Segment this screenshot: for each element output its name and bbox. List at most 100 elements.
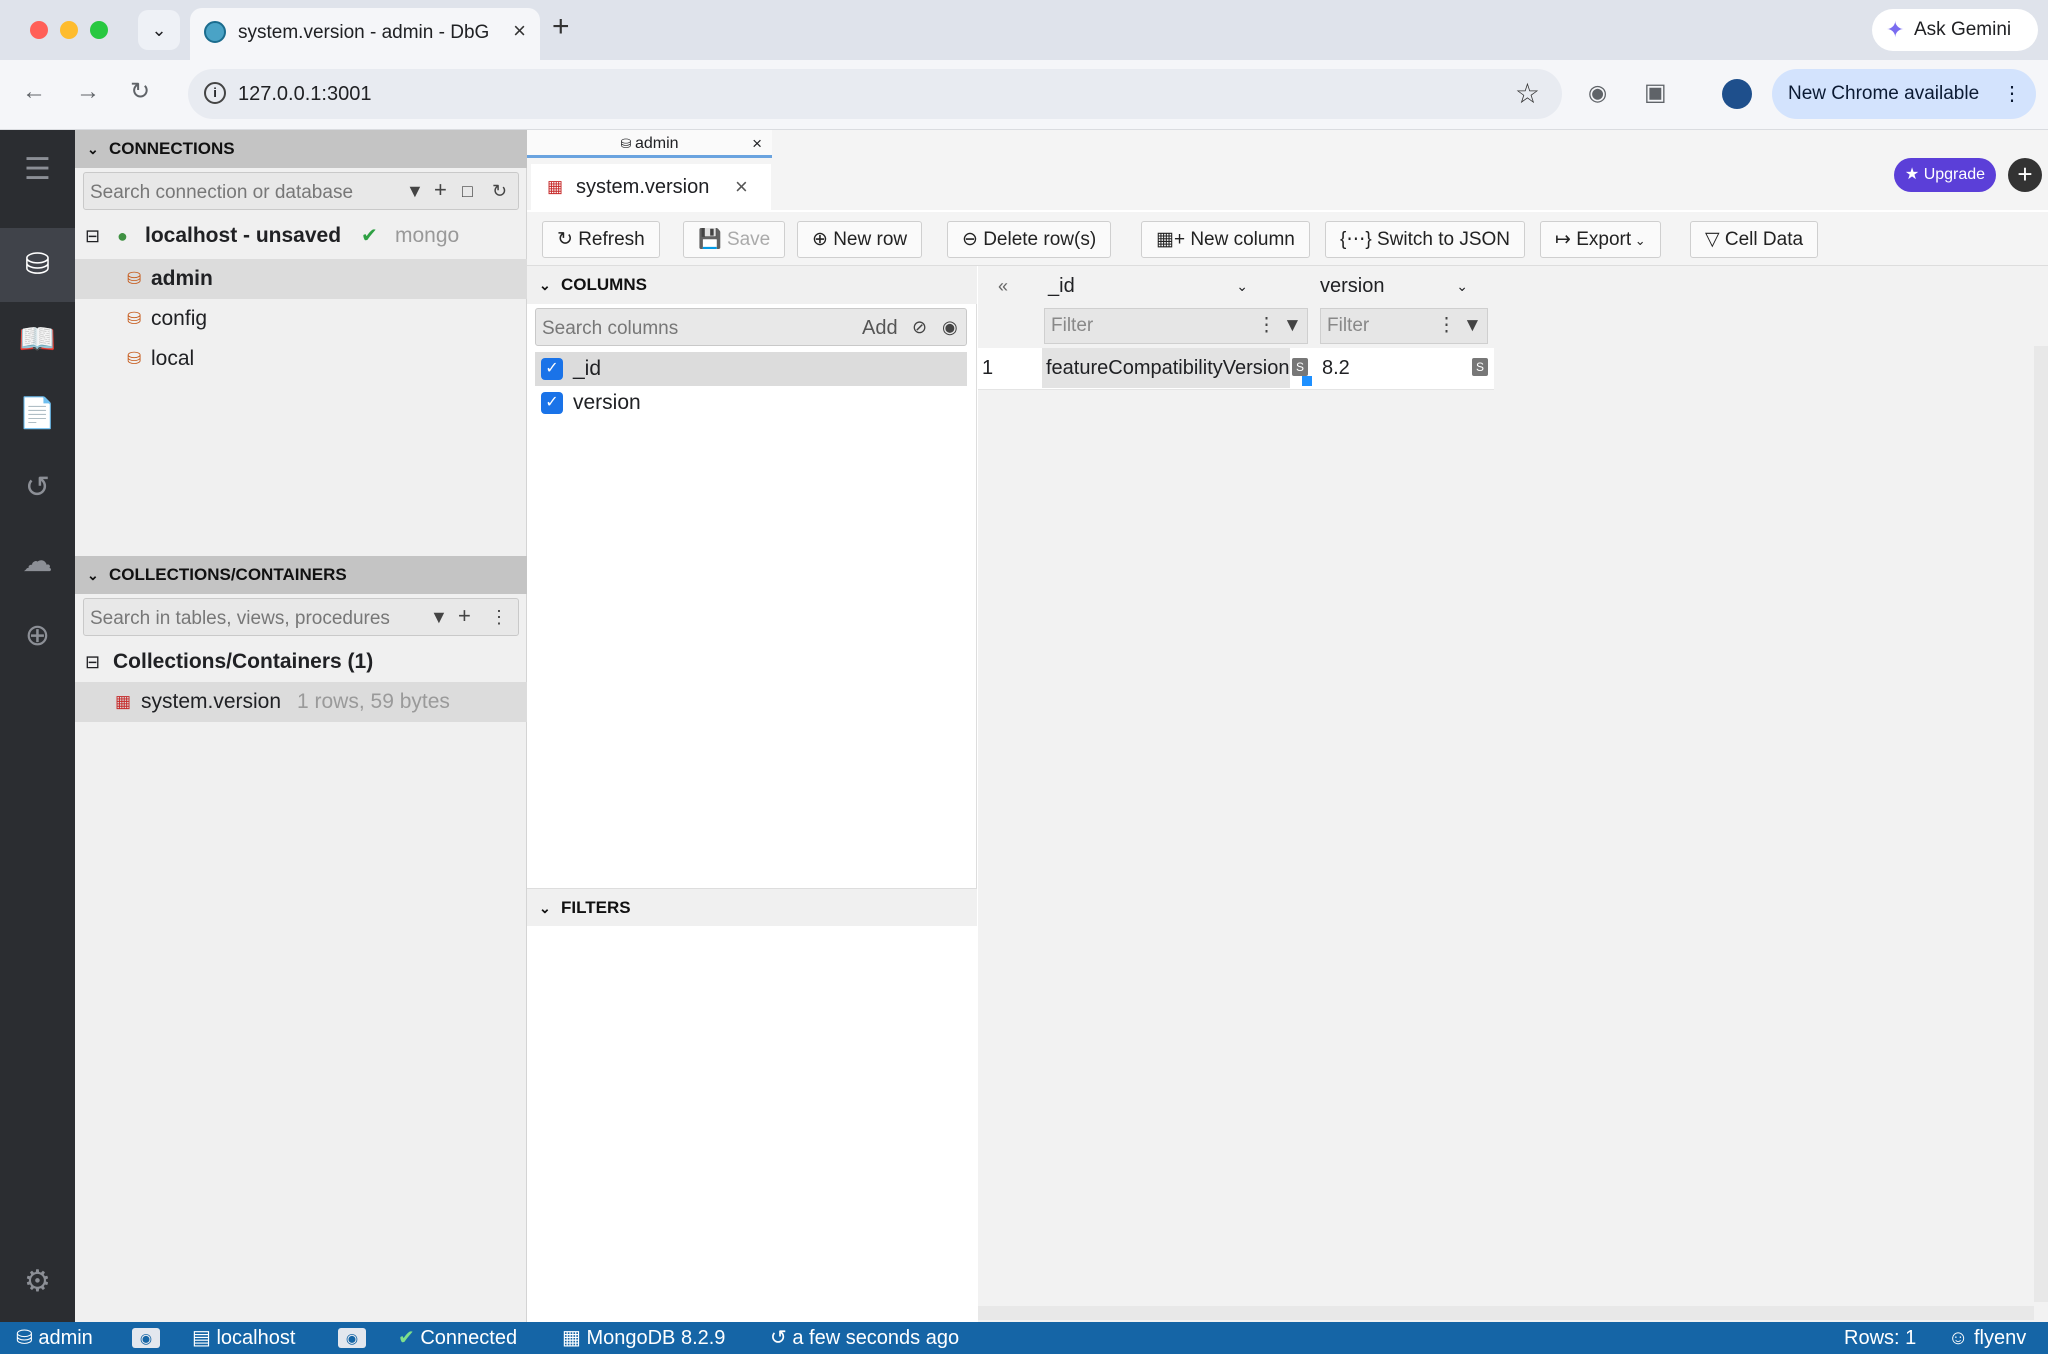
collections-group-row[interactable]: ⊟ Collections/Containers (1): [75, 642, 527, 682]
column-item-id[interactable]: ✓ _id: [535, 352, 967, 386]
filter-icon[interactable]: ▼: [406, 181, 424, 202]
filter-input-id[interactable]: Filter ⋮ ▼: [1044, 308, 1308, 344]
delete-rows-button[interactable]: ⊖ Delete row(s): [947, 221, 1112, 258]
new-column-label: New column: [1190, 229, 1295, 250]
new-row-label: New row: [833, 229, 908, 250]
upgrade-button[interactable]: ★ Upgrade: [1894, 158, 1996, 192]
close-icon[interactable]: ×: [735, 164, 748, 210]
back-arrow-icon[interactable]: ←: [22, 78, 46, 106]
collection-item-system-version[interactable]: ▦ system.version 1 rows, 59 bytes: [75, 682, 527, 722]
database-item-local[interactable]: ⛁ local: [75, 339, 527, 379]
filter-input-version[interactable]: Filter ⋮ ▼: [1320, 308, 1488, 344]
database-item-admin[interactable]: ⛁ admin: [75, 259, 527, 299]
kebab-menu-icon[interactable]: ⋮: [1257, 309, 1276, 343]
address-bar[interactable]: i 127.0.0.1:3001 ☆: [188, 69, 1562, 119]
server-row[interactable]: ⊟ ● localhost - unsaved ✔ mongo: [75, 216, 527, 256]
filter-icon[interactable]: ▼: [1283, 309, 1302, 343]
status-database[interactable]: ⛁ admin: [16, 1322, 93, 1354]
checkbox-checked-icon[interactable]: ✓: [541, 358, 563, 380]
column-item-version[interactable]: ✓ version: [535, 386, 967, 420]
close-window-button[interactable]: [30, 21, 48, 39]
file-icon[interactable]: 📄: [0, 382, 75, 446]
column-search-input[interactable]: Search columns Add ⊘ ◉: [535, 308, 967, 346]
connections-header[interactable]: ⌄ CONNECTIONS: [75, 130, 527, 168]
history-icon[interactable]: ↺: [0, 456, 75, 520]
hide-all-eye-icon[interactable]: ⊘: [912, 317, 927, 338]
tab-close-icon[interactable]: ×: [513, 18, 526, 44]
hamburger-menu-icon[interactable]: ☰: [0, 138, 75, 202]
table-row[interactable]: 1 featureCompatibilityVersion S 8.2 S: [978, 348, 1494, 390]
kebab-menu-icon[interactable]: ⋮: [2002, 69, 2022, 119]
status-engine: ▦ MongoDB 8.2.9: [562, 1322, 725, 1354]
vertical-scrollbar[interactable]: [2034, 346, 2048, 1302]
extensions-puzzle-icon[interactable]: ▣: [1644, 78, 1667, 107]
collection-search-input[interactable]: Search in tables, views, procedures ▼ + …: [83, 598, 519, 636]
book-icon[interactable]: 📖: [0, 308, 75, 372]
chevron-down-icon[interactable]: ⌄: [1456, 266, 1468, 306]
tab-search-button[interactable]: ⌄: [138, 10, 180, 50]
table-icon: ▦: [115, 692, 132, 711]
site-info-icon[interactable]: i: [204, 82, 226, 104]
selection-handle[interactable]: [1302, 376, 1312, 386]
new-chrome-available-button[interactable]: New Chrome available ⋮: [1772, 69, 2036, 119]
chevron-down-icon[interactable]: ⌄: [1236, 266, 1248, 306]
switch-to-json-button[interactable]: {⋯} Switch to JSON: [1325, 221, 1526, 258]
status-server[interactable]: ▤ localhost: [192, 1322, 295, 1354]
filter-icon[interactable]: ▼: [1463, 309, 1482, 343]
profile-avatar[interactable]: [1722, 79, 1752, 109]
cell-data-button[interactable]: ▽ Cell Data: [1690, 221, 1819, 258]
filter-outline-icon: ▽: [1705, 229, 1725, 250]
tab-system-version[interactable]: ▦ system.version ×: [531, 164, 771, 210]
close-icon[interactable]: ×: [752, 130, 762, 158]
database-item-config[interactable]: ⛁ config: [75, 299, 527, 339]
new-folder-icon[interactable]: □: [462, 181, 473, 202]
database-icon: ⛁: [127, 309, 142, 328]
refresh-button[interactable]: ↻ Refresh: [542, 221, 660, 258]
collapse-icon[interactable]: ⊟: [85, 642, 100, 682]
columns-header[interactable]: ⌄ COLUMNS: [527, 266, 977, 304]
add-tab-button[interactable]: +: [2008, 158, 2042, 192]
show-all-eye-icon[interactable]: ◉: [942, 317, 958, 338]
status-user[interactable]: ☺ flyenv: [1948, 1322, 2026, 1354]
palette-icon[interactable]: ◉: [132, 1328, 160, 1348]
new-column-button[interactable]: ▦+ New column: [1141, 221, 1310, 258]
add-column-link[interactable]: Add: [862, 317, 898, 340]
filters-header[interactable]: ⌄ FILTERS: [527, 888, 977, 926]
bookmark-star-icon[interactable]: ☆: [1515, 77, 1540, 110]
cell-id[interactable]: featureCompatibilityVersion: [1042, 348, 1290, 388]
add-icon[interactable]: +: [458, 603, 471, 629]
refresh-icon[interactable]: ↻: [492, 181, 507, 202]
connection-tab[interactable]: ⛁ admin ×: [527, 130, 772, 158]
cloud-search-icon[interactable]: ☁: [0, 530, 75, 594]
column-header-version[interactable]: version ⌄: [1318, 266, 1474, 306]
minimize-window-button[interactable]: [60, 21, 78, 39]
horizontal-scrollbar[interactable]: [978, 1306, 2034, 1320]
zoom-window-button[interactable]: [90, 21, 108, 39]
add-circle-icon[interactable]: ⊕: [0, 604, 75, 668]
connection-search-input[interactable]: Search connection or database ▼ + □ ↻: [83, 172, 519, 210]
collections-header[interactable]: ⌄ COLLECTIONS/CONTAINERS: [75, 556, 527, 594]
status-row-count: Rows: 1: [1844, 1327, 1917, 1349]
collapse-columns-icon[interactable]: «: [998, 266, 1009, 306]
camera-icon[interactable]: ◉: [1588, 80, 1607, 106]
new-row-button[interactable]: ⊕ New row: [797, 221, 923, 258]
save-button[interactable]: 💾 Save: [683, 221, 786, 258]
add-connection-icon[interactable]: +: [434, 177, 447, 203]
database-icon[interactable]: ⛁: [0, 228, 75, 302]
settings-gear-icon[interactable]: ⚙: [0, 1250, 75, 1314]
chevron-down-icon: ⌄: [1631, 233, 1646, 248]
cell-version[interactable]: 8.2: [1318, 348, 1468, 388]
collapse-icon[interactable]: ⊟: [85, 216, 100, 256]
forward-arrow-icon[interactable]: →: [76, 78, 100, 106]
kebab-menu-icon[interactable]: ⋮: [490, 607, 508, 628]
kebab-menu-icon[interactable]: ⋮: [1437, 309, 1456, 343]
browser-tab[interactable]: system.version - admin - DbGate ×: [190, 8, 540, 60]
new-tab-button[interactable]: +: [552, 10, 570, 44]
reload-icon[interactable]: ↻: [130, 77, 150, 106]
filter-icon[interactable]: ▼: [430, 607, 448, 628]
checkbox-checked-icon[interactable]: ✓: [541, 392, 563, 414]
ask-gemini-button[interactable]: ✦ Ask Gemini: [1872, 9, 2038, 51]
export-button[interactable]: ↦ Export ⌄: [1540, 221, 1661, 258]
column-header-id[interactable]: _id ⌄: [1042, 266, 1254, 306]
palette-icon[interactable]: ◉: [338, 1328, 366, 1348]
